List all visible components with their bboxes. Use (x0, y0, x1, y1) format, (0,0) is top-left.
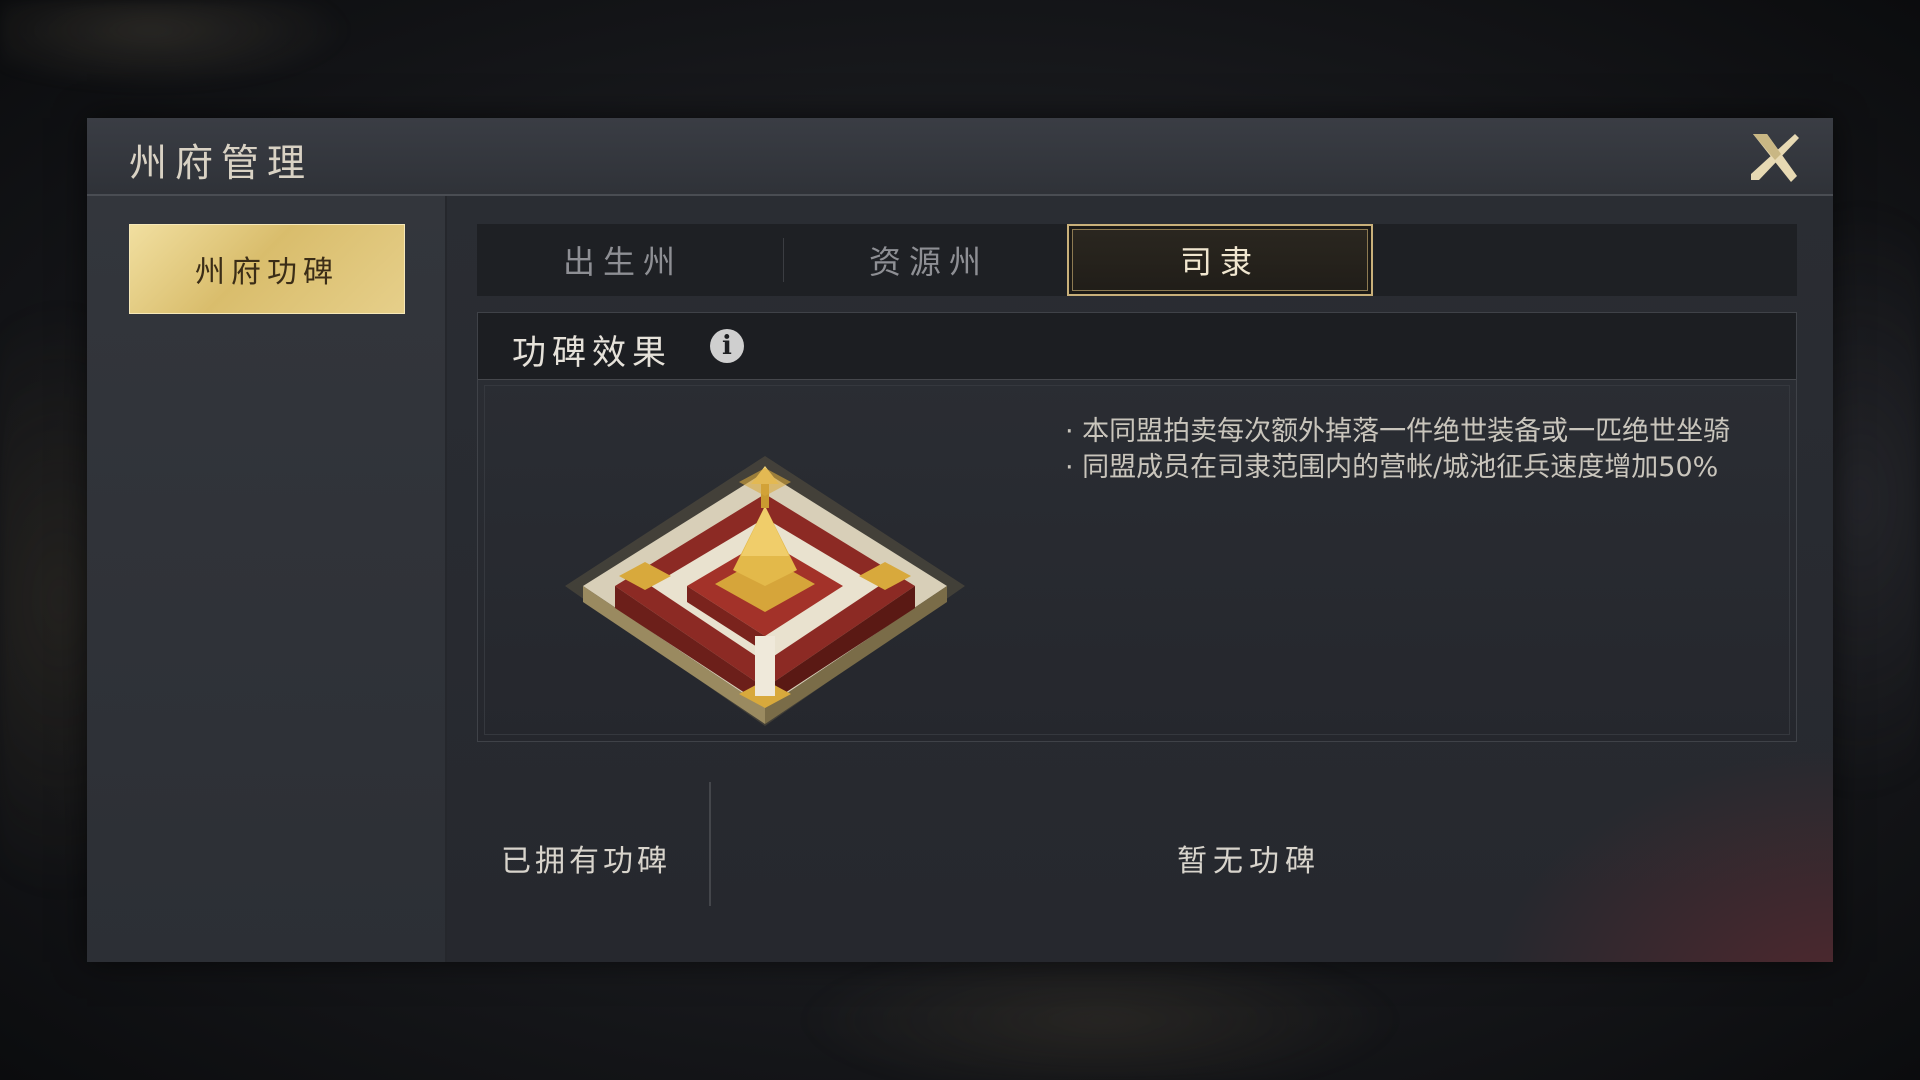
panel-title: 州府管理 (129, 141, 314, 185)
effect-description: · 本同盟拍卖每次额外掉落一件绝世装备或一匹绝世坐骑 · 同盟成员在司隶范围内的… (1065, 414, 1785, 486)
effect-title: 功碑效果 (512, 333, 672, 373)
monument-effect-box: 功碑效果 i · 本同盟拍卖每次额外掉落一件绝世装备或一匹绝世坐骑 · 同盟成员… (477, 312, 1797, 742)
effect-line: · 同盟成员在司隶范围内的营帐/城池征兵速度增加50% (1065, 452, 1719, 483)
management-panel: 州府管理 州府功碑 出生州 资源州 司隶 功碑效果 i · 本同盟拍卖每次额外掉… (87, 118, 1833, 962)
owned-divider (709, 782, 711, 906)
main-content: 出生州 资源州 司隶 功碑效果 i · 本同盟拍卖每次额外掉落一件绝世装备或一匹… (447, 196, 1833, 962)
tab-bar: 出生州 资源州 司隶 (477, 224, 1797, 296)
effect-body: · 本同盟拍卖每次额外掉落一件绝世装备或一匹绝世坐骑 · 同盟成员在司隶范围内的… (484, 385, 1790, 735)
tab-sili[interactable]: 司隶 (1067, 224, 1373, 296)
palace-building-image (565, 456, 965, 726)
close-icon[interactable] (1745, 128, 1803, 186)
panel-header: 州府管理 (87, 118, 1833, 196)
tab-birth-state[interactable]: 出生州 (477, 224, 769, 296)
owned-monuments-area: 已拥有功碑 暂无功碑 (477, 766, 1797, 962)
effect-header: 功碑效果 i (478, 313, 1796, 380)
effect-line: · 本同盟拍卖每次额外掉落一件绝世装备或一匹绝世坐骑 (1065, 416, 1731, 447)
owned-monuments-label: 已拥有功碑 (501, 844, 671, 879)
tab-resource-state[interactable]: 资源州 (783, 224, 1075, 296)
info-icon[interactable]: i (710, 329, 744, 363)
sidebar-item-state-monument[interactable]: 州府功碑 (129, 224, 405, 314)
sidebar: 州府功碑 (87, 196, 447, 962)
empty-monuments-text: 暂无功碑 (1177, 844, 1321, 879)
